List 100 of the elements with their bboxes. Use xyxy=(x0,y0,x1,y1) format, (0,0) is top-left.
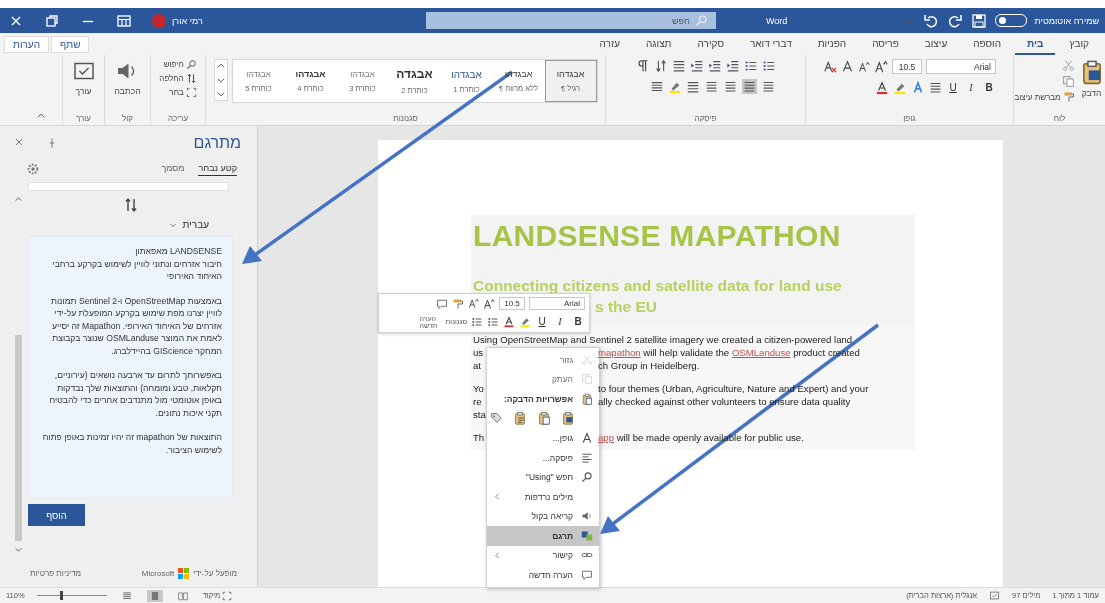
sort-icon[interactable] xyxy=(653,59,668,73)
text-link[interactable]: app xyxy=(598,432,614,443)
autosave-toggle[interactable] xyxy=(994,14,1027,27)
menu-item[interactable]: גופן... xyxy=(487,428,599,448)
insert-button[interactable]: הוסף xyxy=(28,504,85,526)
format-button[interactable]: B xyxy=(982,80,996,95)
scroll-up-icon[interactable] xyxy=(13,195,23,204)
paste-option-icon[interactable] xyxy=(513,410,527,425)
scroll-up-icon[interactable] xyxy=(215,61,226,71)
language-dropdown[interactable]: עברית xyxy=(168,219,209,230)
menu-item[interactable]: פיסקה... xyxy=(487,448,599,468)
powered-by-text: מופעל על-ידי xyxy=(193,569,237,578)
menu-item[interactable]: מילים נרדפות xyxy=(487,487,599,507)
proofing-icon[interactable] xyxy=(989,590,1001,601)
bullets-icon[interactable] xyxy=(471,315,483,328)
scroll-down-icon[interactable] xyxy=(215,75,226,85)
format-painter-button[interactable]: מברשת עיצוב xyxy=(1014,91,1075,103)
settings-icon[interactable] xyxy=(26,162,40,176)
font-color-icon[interactable] xyxy=(503,315,515,328)
bullets-icon[interactable] xyxy=(761,59,776,73)
search-field[interactable]: חפש xyxy=(426,12,716,29)
increase-indent-icon[interactable] xyxy=(689,59,704,73)
source-text-field[interactable] xyxy=(28,182,229,191)
editor-button[interactable]: עורך xyxy=(71,59,96,96)
group-label: עריכה xyxy=(167,114,189,123)
paste-option-icon[interactable] xyxy=(561,410,575,425)
ribbon-tab[interactable]: קובץ xyxy=(1057,38,1101,55)
menu-item[interactable]: קישור xyxy=(487,545,599,565)
text-link[interactable]: mapathon xyxy=(598,347,641,358)
share-button[interactable]: שתף xyxy=(51,36,90,53)
text-direction-icon[interactable] xyxy=(671,59,686,73)
menu-item[interactable]: קריאה בקול xyxy=(487,506,599,526)
grow-font-icon[interactable] xyxy=(874,59,888,74)
save-icon[interactable] xyxy=(970,12,987,29)
collapse-ribbon-icon[interactable] xyxy=(36,111,46,121)
pilcrow-icon[interactable] xyxy=(635,59,650,73)
comment-icon[interactable] xyxy=(436,297,448,310)
format-button[interactable]: B xyxy=(571,314,585,329)
numbering-icon[interactable] xyxy=(743,59,758,73)
ribbon-options-icon[interactable] xyxy=(116,12,132,29)
paragraph-icon xyxy=(581,451,593,464)
ribbon-tab[interactable]: תצוגה xyxy=(634,38,684,55)
redo-icon[interactable] xyxy=(946,12,963,29)
scrollbar-thumb[interactable] xyxy=(14,334,22,541)
view-button[interactable] xyxy=(146,589,163,602)
close-icon[interactable] xyxy=(14,137,24,147)
editing-button[interactable]: בחר xyxy=(169,87,197,98)
paste-button[interactable]: הדבק xyxy=(1078,59,1105,98)
font-field[interactable]: Arial xyxy=(926,59,996,74)
zoom-slider[interactable] xyxy=(36,590,107,601)
user-name[interactable]: רמי אורן xyxy=(172,15,203,26)
ribbon-tab[interactable]: עזרה xyxy=(587,38,632,55)
font-field[interactable]: Arial xyxy=(529,297,585,310)
ribbon-tab[interactable]: הוספה xyxy=(961,38,1014,55)
format-button[interactable]: U xyxy=(946,80,960,95)
ribbon-tab[interactable]: הפניות xyxy=(805,38,859,55)
more-styles-icon[interactable] xyxy=(215,89,226,99)
text-effects-icon[interactable] xyxy=(911,80,925,95)
line-spacing-icon[interactable] xyxy=(685,79,700,94)
slider-thumb[interactable] xyxy=(60,591,64,600)
shrink-font-icon[interactable] xyxy=(468,298,479,309)
format-button[interactable]: I xyxy=(964,80,978,95)
document-subtitle: Connecting citizens and satellite data for land use xyxy=(473,276,843,296)
undo-icon[interactable] xyxy=(922,12,939,29)
format-button[interactable]: U xyxy=(535,314,549,329)
editing-button[interactable]: חיפוש xyxy=(163,59,197,70)
brush-icon[interactable] xyxy=(452,297,464,310)
replace-icon xyxy=(185,73,197,84)
font-size-field[interactable]: 10.5 xyxy=(499,297,525,310)
paste-option-icon[interactable] xyxy=(489,410,503,425)
ribbon-tab[interactable]: פריסה xyxy=(860,38,911,55)
dictate-button[interactable]: הכתבה xyxy=(114,59,141,96)
body-text: re xyxy=(473,395,482,408)
menu-item[interactable]: הערה חדשה xyxy=(487,565,599,585)
editing-button[interactable]: החלפה xyxy=(159,73,197,84)
comments-button[interactable]: הערות xyxy=(4,36,49,53)
shrink-font-icon[interactable] xyxy=(858,60,870,73)
restore-icon[interactable] xyxy=(44,12,60,29)
ribbon-tab[interactable]: סקירה xyxy=(685,38,736,55)
paste-option-icon[interactable] xyxy=(537,410,551,425)
format-button[interactable]: I xyxy=(553,314,567,329)
change-case-icon[interactable] xyxy=(841,60,854,73)
align-button[interactable] xyxy=(741,79,757,94)
menu-item[interactable]: תרגם xyxy=(487,526,599,546)
highlighter-icon[interactable] xyxy=(519,315,531,328)
pane-tab[interactable]: קטע נבחר xyxy=(198,162,237,176)
font-color-icon[interactable] xyxy=(875,80,889,95)
clear-formatting-icon[interactable] xyxy=(823,59,837,74)
ribbon-tab[interactable]: עיצוב xyxy=(912,38,960,55)
numbering-icon[interactable] xyxy=(487,315,499,328)
text-link[interactable]: OSMLanduse xyxy=(731,347,791,358)
ribbon-tab[interactable]: דברי דואר xyxy=(737,38,804,55)
privacy-link[interactable]: מדיניות פרטיות xyxy=(30,569,82,578)
pane-tab[interactable]: מסמך xyxy=(161,162,185,176)
font-size-field[interactable]: 10.5 xyxy=(892,59,922,74)
window-title: Word xyxy=(766,15,788,26)
scroll-down-icon[interactable] xyxy=(13,545,23,554)
menu-item[interactable]: חפש "Using" xyxy=(487,467,599,487)
web-icon xyxy=(121,590,132,601)
grow-font-icon[interactable] xyxy=(483,297,495,310)
